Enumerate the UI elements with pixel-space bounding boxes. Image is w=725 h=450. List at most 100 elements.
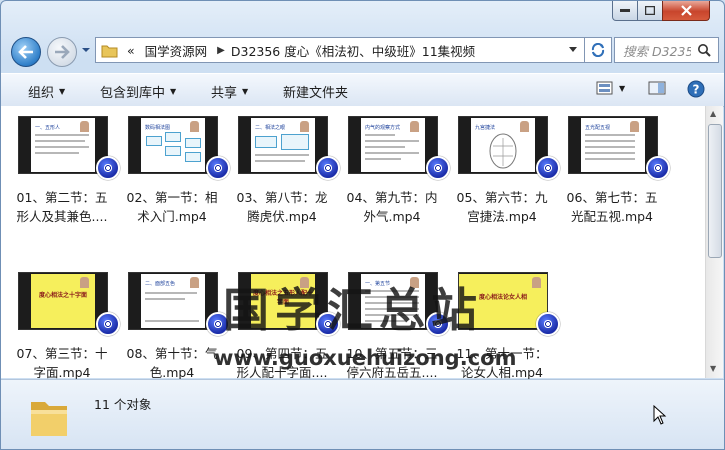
search-placeholder[interactable]: 搜索 D32356 度心《相法初、中级班》11集视频	[623, 41, 691, 60]
video-thumbnail: 度心相法之十字面	[18, 272, 108, 330]
video-player-icon	[536, 312, 560, 336]
command-bar: 组织 ▼ 包含到库中 ▼ 共享 ▼ 新建文件夹 ▼ ?	[1, 73, 724, 107]
file-name-line-1: 06、第七节：五	[566, 190, 658, 205]
file-name-line-2: 术入门.mp4	[137, 209, 207, 224]
search-icon[interactable]	[697, 43, 711, 57]
vertical-scrollbar[interactable]: ▲ ▼	[705, 106, 723, 378]
refresh-icon	[591, 43, 605, 57]
file-name: 07、第三节：十 字面.mp4	[10, 344, 114, 382]
file-name-line-2: 外气.mp4	[363, 209, 421, 224]
video-thumbnail: 一、五形人	[18, 116, 108, 174]
details-pane: 11 个对象	[1, 379, 724, 449]
file-name-line-1: 01、第二节：五	[16, 190, 108, 205]
close-icon	[680, 5, 692, 16]
scroll-up-icon[interactable]: ▲	[710, 109, 716, 118]
slide-title: 二、相法之眼	[255, 125, 286, 131]
file-name-line-1: 05、第六节：九	[456, 190, 548, 205]
maximize-icon	[645, 6, 655, 15]
file-name: 02、第一节：相 术入门.mp4	[120, 188, 224, 226]
forward-button[interactable]	[47, 37, 77, 67]
video-thumbnail: 数码相法图	[128, 116, 218, 174]
video-player-icon	[536, 156, 560, 180]
new-folder-label: 新建文件夹	[283, 86, 349, 101]
chevron-down-icon: ▼	[170, 87, 177, 96]
svg-text:?: ?	[693, 83, 700, 97]
new-folder-button[interactable]: 新建文件夹	[283, 82, 348, 101]
slide-title: 二、面部五色	[145, 281, 176, 287]
recent-pages-dropdown[interactable]	[81, 45, 91, 55]
slide-title: 五光配五视	[585, 125, 611, 131]
arrow-right-icon	[55, 45, 70, 59]
scrollbar-thumb[interactable]	[708, 124, 722, 258]
file-name-line-1: 02、第一节：相	[126, 190, 218, 205]
explorer-window: « 国学资源网 ▶ D32356 度心《相法初、中级班》11集视频 搜索 D32…	[0, 0, 725, 450]
minimize-icon	[620, 8, 630, 12]
minimize-button[interactable]	[612, 1, 638, 21]
folder-icon	[101, 45, 118, 57]
close-button[interactable]	[662, 1, 710, 21]
maximize-button[interactable]	[637, 1, 663, 21]
watermark-text: 国学汇总站	[223, 283, 483, 337]
breadcrumb-separator-icon[interactable]: ▶	[217, 45, 225, 56]
organize-label: 组织	[28, 86, 55, 101]
file-name: 08、第十节：气 色.mp4	[120, 344, 224, 382]
chevron-down-icon: ▼	[59, 87, 66, 96]
file-name-line-2: 宫捷法.mp4	[467, 209, 537, 224]
preview-pane-button[interactable]	[648, 81, 666, 95]
slide-title: 数码相法图	[145, 125, 171, 131]
include-in-library-label: 包含到库中	[100, 86, 166, 101]
watermark-url: www.guoxuehuizong.com	[214, 346, 517, 370]
chevron-down-icon: ▼	[619, 83, 626, 93]
slide-title: 度心相法之十字面	[38, 292, 87, 299]
video-player-icon	[426, 156, 450, 180]
file-name: 06、第七节：五 光配五视.mp4	[560, 188, 664, 226]
video-thumbnail: 五光配五视	[568, 116, 658, 174]
file-name: 05、第六节：九 宫捷法.mp4	[450, 188, 554, 226]
video-player-icon	[646, 156, 670, 180]
file-list[interactable]: 一、五形人 01、第二节：五 形人及其兼色.... 数码相法图 02、第一节：相术…	[1, 106, 705, 380]
help-icon: ?	[687, 80, 705, 98]
video-thumbnail: 二、相法之眼	[238, 116, 328, 174]
address-bar[interactable]: « 国学资源网 ▶ D32356 度心《相法初、中级班》11集视频	[95, 37, 585, 63]
item-count: 11 个对象	[94, 397, 152, 412]
breadcrumb-segment-2[interactable]: D32356 度心《相法初、中级班》11集视频	[231, 41, 475, 60]
file-name: 04、第九节：内 外气.mp4	[340, 188, 444, 226]
video-player-icon	[316, 156, 340, 180]
include-in-library-menu[interactable]: 包含到库中 ▼	[100, 82, 176, 101]
chevron-down-icon[interactable]	[568, 46, 578, 54]
video-thumbnail: 二、面部五色	[128, 272, 218, 330]
video-player-icon	[96, 312, 120, 336]
search-field[interactable]: 搜索 D32356 度心《相法初、中级班》11集视频	[614, 37, 719, 63]
video-thumbnail: 内气的观察方式	[348, 116, 438, 174]
slide-title: 一、五形人	[35, 125, 61, 131]
file-name: 01、第二节：五 形人及其兼色....	[10, 188, 114, 226]
refresh-button[interactable]	[584, 37, 612, 63]
file-name-line-2: 形人及其兼色....	[16, 209, 108, 224]
mouse-cursor-icon	[653, 405, 667, 425]
slide-title: 内气的观察方式	[365, 125, 401, 131]
video-player-icon	[206, 156, 230, 180]
address-prefix[interactable]: «	[127, 43, 135, 58]
organize-menu[interactable]: 组织 ▼	[28, 82, 65, 101]
chevron-down-icon: ▼	[242, 87, 249, 96]
file-name-line-1: 04、第九节：内	[346, 190, 438, 205]
scroll-down-icon[interactable]: ▼	[710, 364, 716, 373]
change-view-button[interactable]: ▼	[596, 81, 625, 95]
folder-icon	[31, 402, 67, 436]
video-player-icon	[96, 156, 120, 180]
view-icon	[596, 81, 613, 95]
file-name-line-2: 腾虎伏.mp4	[247, 209, 317, 224]
file-name-line-1: 07、第三节：十	[16, 346, 108, 361]
file-name-line-1: 08、第十节：气	[126, 346, 218, 361]
share-label: 共享	[211, 86, 238, 101]
share-menu[interactable]: 共享 ▼	[211, 82, 248, 101]
help-button[interactable]: ?	[687, 80, 705, 98]
back-button[interactable]	[11, 37, 41, 67]
video-thumbnail: 九宫捷法	[458, 116, 548, 174]
arrow-left-icon	[18, 45, 33, 59]
breadcrumb-segment-1[interactable]: 国学资源网	[145, 41, 208, 60]
preview-pane-icon	[648, 81, 666, 95]
file-name: 03、第八节：龙 腾虎伏.mp4	[230, 188, 334, 226]
slide-title: 九宫捷法	[475, 125, 496, 131]
file-name-line-1: 03、第八节：龙	[236, 190, 328, 205]
